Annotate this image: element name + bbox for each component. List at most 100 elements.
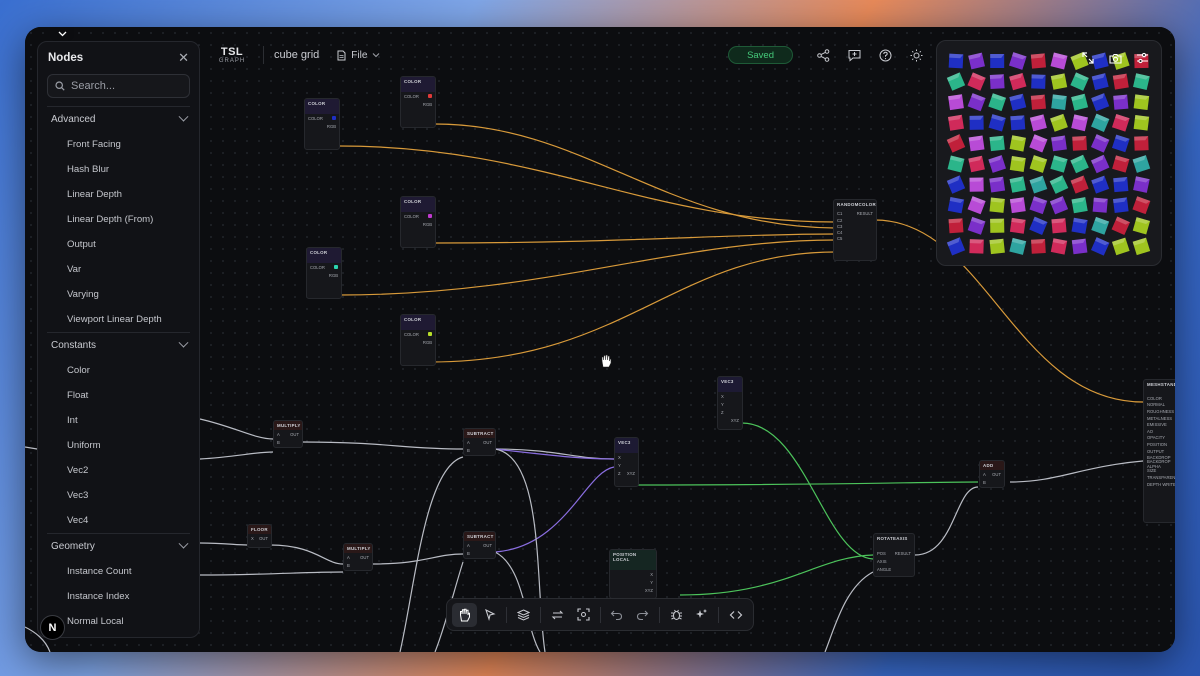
color-swatch[interactable] xyxy=(428,332,432,336)
nodes-sidebar: Nodes ✕ AdvancedFront FacingHash BlurLin… xyxy=(37,41,200,638)
node-list-item[interactable]: Linear Depth xyxy=(38,182,199,207)
color-node[interactable]: COLOR COLOR RGB xyxy=(400,76,436,128)
collapse-toggle[interactable] xyxy=(50,27,74,41)
search-box[interactable] xyxy=(47,74,190,98)
cube xyxy=(990,54,1005,68)
color-node[interactable]: COLOR COLOR RGB xyxy=(304,98,340,150)
cube xyxy=(1029,114,1047,132)
multiply-node[interactable]: MULTIPLY A OUT B xyxy=(343,543,373,571)
node-list-item[interactable]: Instance Index xyxy=(38,584,199,609)
cube xyxy=(1071,93,1089,111)
cube xyxy=(1113,94,1129,110)
render-preview[interactable] xyxy=(936,40,1162,266)
cube xyxy=(1090,134,1110,153)
cube xyxy=(946,237,966,256)
node-title: COLOR xyxy=(401,197,435,206)
color-swatch[interactable] xyxy=(428,94,432,98)
subtract-node[interactable]: SUBTRACT A OUT B xyxy=(463,531,496,559)
node-list-item[interactable]: Int xyxy=(38,408,199,433)
group-header-advanced[interactable]: Advanced xyxy=(38,107,199,132)
cube xyxy=(946,175,966,194)
cube xyxy=(1050,113,1068,132)
layers-button[interactable] xyxy=(511,603,536,627)
top-bar: TSL GRAPH cube grid File Saved xyxy=(207,39,929,71)
node-title: MESHSTANDA xyxy=(1147,382,1175,387)
cube xyxy=(948,94,964,111)
close-icon[interactable]: ✕ xyxy=(178,50,189,66)
file-menu[interactable]: File xyxy=(337,50,380,61)
search-input[interactable] xyxy=(71,80,181,92)
node-list-item[interactable]: Float xyxy=(38,383,199,408)
vec3-node[interactable]: VEC3 X Y Z XYZ xyxy=(717,376,743,430)
chevron-down-icon xyxy=(178,538,189,549)
node-list-item[interactable]: Viewport Linear Depth xyxy=(38,307,199,332)
node-list-item[interactable]: Output xyxy=(38,232,199,257)
randomcolor-node[interactable]: RANDOMCOLOR C1 RESULT C2 C3 C4 C5 xyxy=(833,199,877,261)
rotateaxis-node[interactable]: ROTATEAXIS POS RESULT AXIS ANGLE xyxy=(873,533,915,577)
project-name[interactable]: cube grid xyxy=(274,49,319,61)
pan-tool-button[interactable] xyxy=(452,602,477,627)
port-label: A xyxy=(467,439,470,445)
help-button[interactable] xyxy=(872,42,898,68)
node-list-item[interactable]: Front Facing xyxy=(38,132,199,157)
node-title: MULTIPLY xyxy=(344,544,372,553)
feedback-button[interactable] xyxy=(841,42,867,68)
cube xyxy=(990,218,1005,233)
color-swatch[interactable] xyxy=(332,116,336,120)
port-label: RESULT xyxy=(856,210,873,216)
subtract-node[interactable]: SUBTRACT A OUT B xyxy=(463,428,496,456)
cube xyxy=(1050,155,1068,173)
node-list-item[interactable]: Instance Count xyxy=(38,559,199,584)
node-list-item[interactable]: Var xyxy=(38,257,199,282)
node-list-item[interactable]: Vec2 xyxy=(38,458,199,483)
fullscreen-button[interactable] xyxy=(1079,49,1097,67)
vec3-node[interactable]: VEC3 X Y Z XYZ xyxy=(614,437,639,487)
effects-button[interactable] xyxy=(690,603,715,627)
group-header-constants[interactable]: Constants xyxy=(38,333,199,358)
port-label: RGB xyxy=(326,123,336,129)
cube xyxy=(1071,217,1088,234)
multiply-node[interactable]: MULTIPLY A OUT B xyxy=(273,420,303,448)
color-node[interactable]: COLOR COLOR RGB xyxy=(400,196,436,248)
color-node[interactable]: COLOR COLOR RGB xyxy=(306,247,342,299)
share-button[interactable] xyxy=(810,42,836,68)
wire xyxy=(741,422,874,560)
preview-settings-button[interactable] xyxy=(1133,49,1151,67)
port-label: A xyxy=(983,471,986,477)
redo-button[interactable] xyxy=(630,603,655,627)
cube-grid-preview xyxy=(946,51,1151,256)
fit-view-button[interactable] xyxy=(571,603,596,627)
floor-node[interactable]: FLOOR X OUT xyxy=(247,524,272,548)
color-swatch[interactable] xyxy=(428,214,432,218)
color-node[interactable]: COLOR COLOR RGB xyxy=(400,314,436,366)
group-header-geometry[interactable]: Geometry xyxy=(38,534,199,559)
node-list-item[interactable]: Varying xyxy=(38,282,199,307)
select-tool-button[interactable] xyxy=(478,603,503,627)
swap-button[interactable] xyxy=(545,603,570,627)
search-icon xyxy=(55,81,65,91)
port-label: Y xyxy=(650,579,653,585)
node-list-item[interactable]: Color xyxy=(38,358,199,383)
color-swatch[interactable] xyxy=(334,265,338,269)
cube xyxy=(1029,134,1048,153)
cube xyxy=(948,53,964,69)
debug-button[interactable] xyxy=(664,603,689,627)
node-list-item[interactable]: Hash Blur xyxy=(38,157,199,182)
mesh-material-node[interactable]: MESHSTANDA COLORNORMALROUGHNESSMETALNESS… xyxy=(1143,379,1175,523)
position-local-node[interactable]: POSITION LOCAL X Y XYZ xyxy=(609,549,657,599)
code-view-button[interactable] xyxy=(723,603,748,627)
theme-toggle-button[interactable] xyxy=(903,42,929,68)
add-node[interactable]: ADD A OUT B xyxy=(979,460,1005,488)
node-list-item[interactable]: Linear Depth (From) xyxy=(38,207,199,232)
node-title: VEC3 xyxy=(615,438,638,447)
cube xyxy=(1112,197,1129,214)
node-list-item[interactable]: Vec4 xyxy=(38,508,199,533)
screenshot-button[interactable] xyxy=(1106,49,1124,67)
n-badge[interactable]: N xyxy=(40,615,65,640)
cube xyxy=(1111,216,1131,236)
undo-button[interactable] xyxy=(604,603,629,627)
port-label: OUT xyxy=(992,471,1001,477)
bug-icon xyxy=(670,609,682,620)
node-list-item[interactable]: Vec3 xyxy=(38,483,199,508)
node-list-item[interactable]: Uniform xyxy=(38,433,199,458)
